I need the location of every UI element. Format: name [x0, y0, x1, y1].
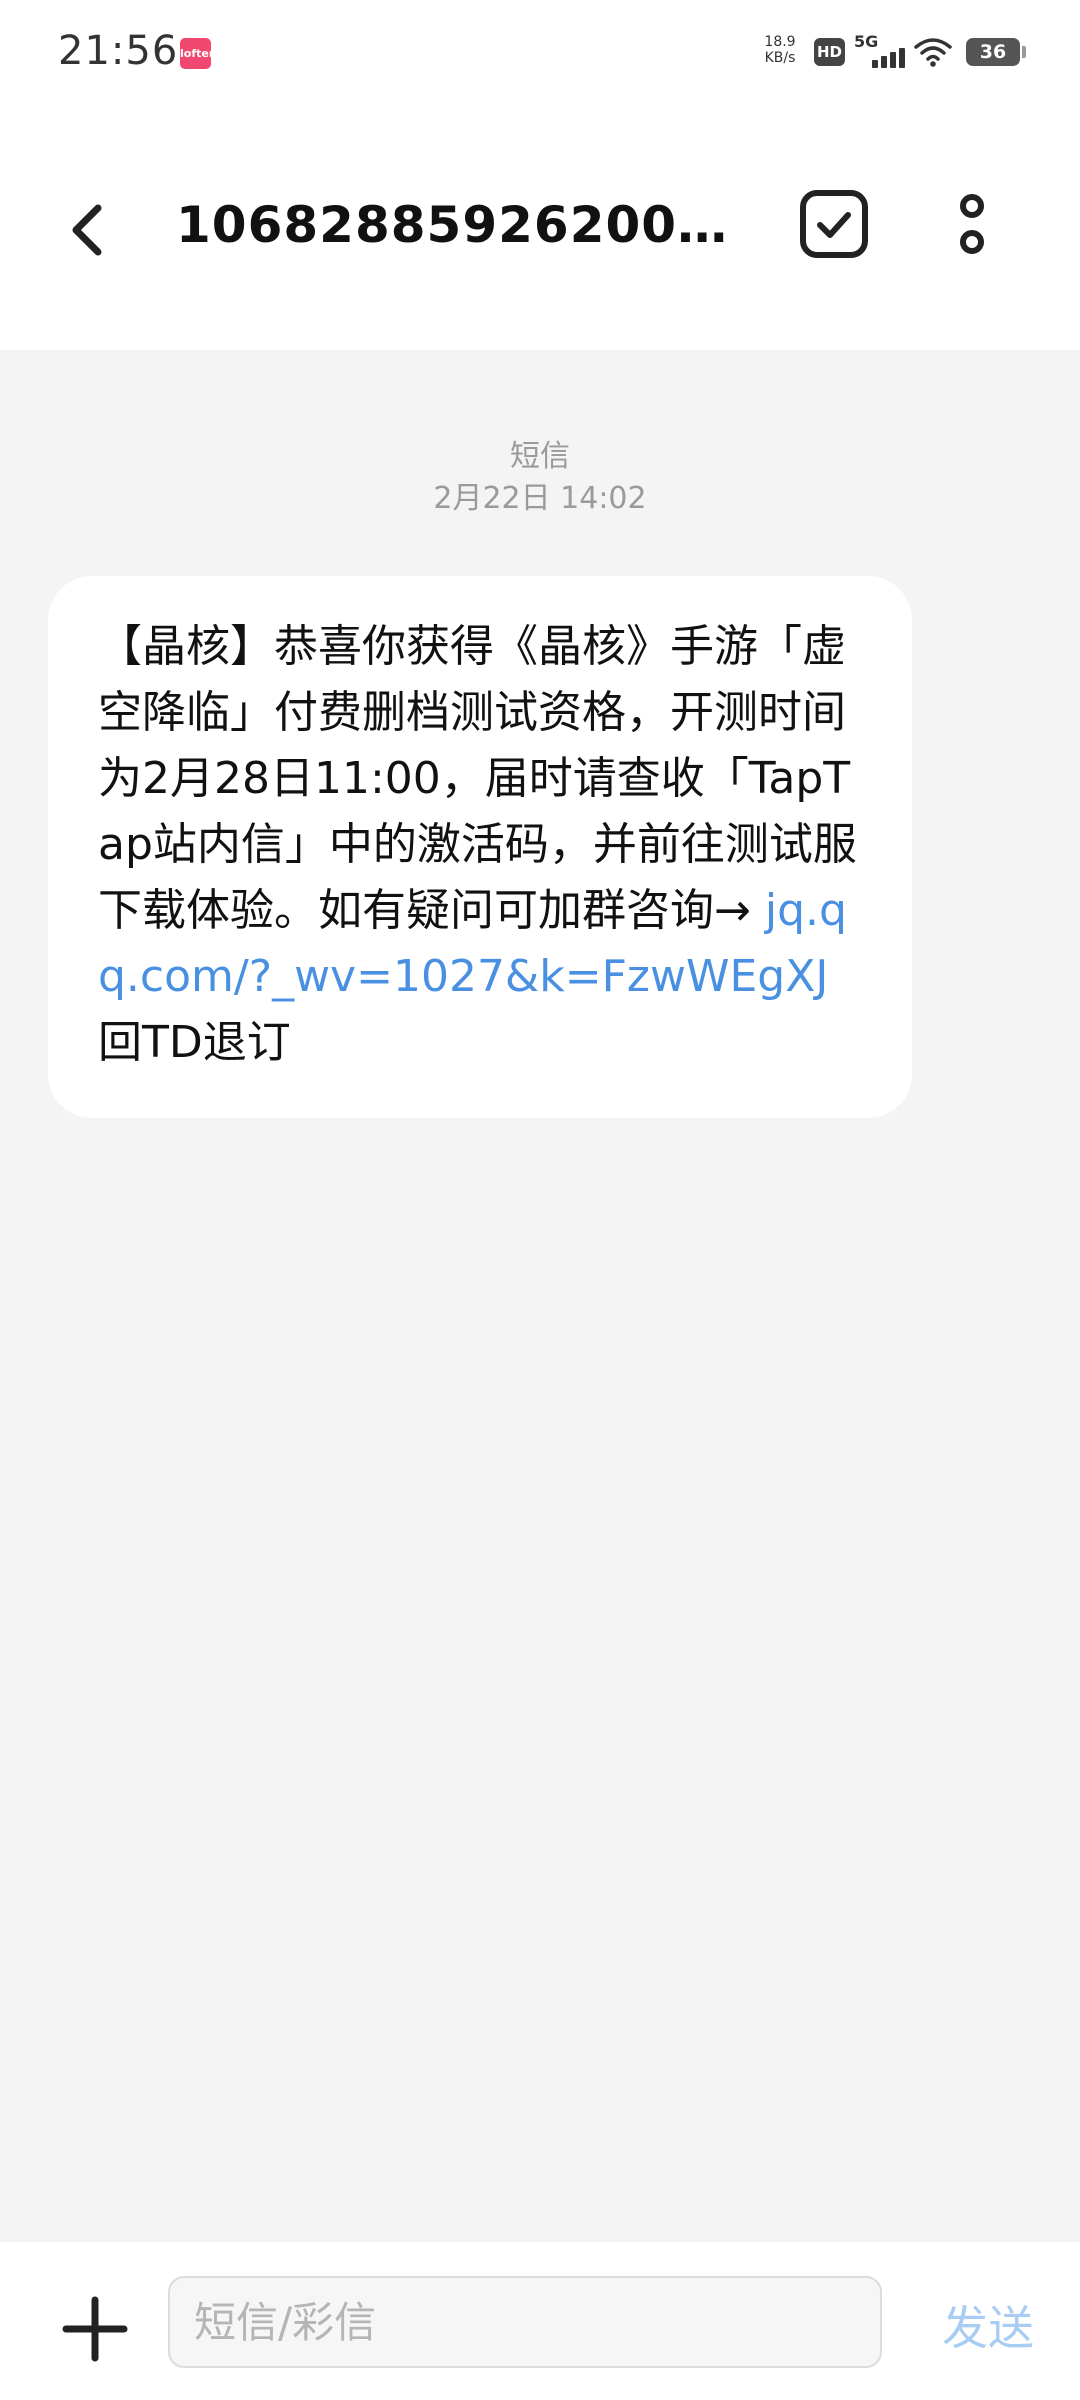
status-time: 21:56 [58, 28, 179, 74]
plus-icon[interactable] [58, 2292, 132, 2366]
signal-bar [872, 60, 878, 68]
hd-badge: HD [814, 38, 845, 66]
network-type: 5G [854, 32, 879, 51]
message-bubble[interactable]: 【晶核】恭喜你获得《晶核》手游「虚空降临」付费删档测试资格，开测时间为2月28日… [48, 576, 912, 1118]
status-bar: 21:56 lofter 18.9 KB/s HD 5G 36 [0, 0, 1080, 104]
send-button[interactable]: 发送 [928, 2292, 1048, 2364]
sms-conversation-screen: 21:56 lofter 18.9 KB/s HD 5G 36 10682885… [0, 0, 1080, 2400]
battery-icon: 36 [966, 38, 1020, 66]
signal-bar [899, 48, 905, 68]
sender-number-title: 10682885926200102… [176, 196, 746, 254]
signal-icon: 5G [854, 32, 905, 70]
message-input[interactable] [168, 2276, 882, 2368]
message-text-tail: 回TD退订 [98, 1017, 291, 1068]
signal-bar [881, 56, 887, 68]
network-speed-value: 18.9 [764, 34, 796, 50]
wifi-icon [914, 38, 952, 67]
message-type-label: 短信 [510, 439, 570, 474]
signal-bar [890, 52, 896, 68]
message-composer: 发送 [0, 2242, 1080, 2400]
message-timestamp: 2月22日 14:02 [433, 481, 647, 516]
network-speed-unit: KB/s [764, 50, 796, 66]
message-text: 【晶核】恭喜你获得《晶核》手游「虚空降临」付费删档测试资格，开测时间为2月28日… [98, 621, 857, 936]
checkbox-select-icon[interactable] [798, 188, 870, 260]
battery-tip [1022, 46, 1026, 58]
network-speed: 18.9 KB/s [758, 34, 802, 66]
lofter-icon: lofter [180, 38, 214, 69]
more-vertical-icon[interactable] [940, 188, 1004, 268]
message-list[interactable]: 短信 2月22日 14:02 【晶核】恭喜你获得《晶核》手游「虚空降临」付费删档… [0, 350, 1080, 2242]
chevron-left-icon[interactable] [52, 188, 132, 268]
conversation-header: 10682885926200102… [0, 104, 1080, 350]
message-meta: 短信 2月22日 14:02 [0, 436, 1080, 520]
